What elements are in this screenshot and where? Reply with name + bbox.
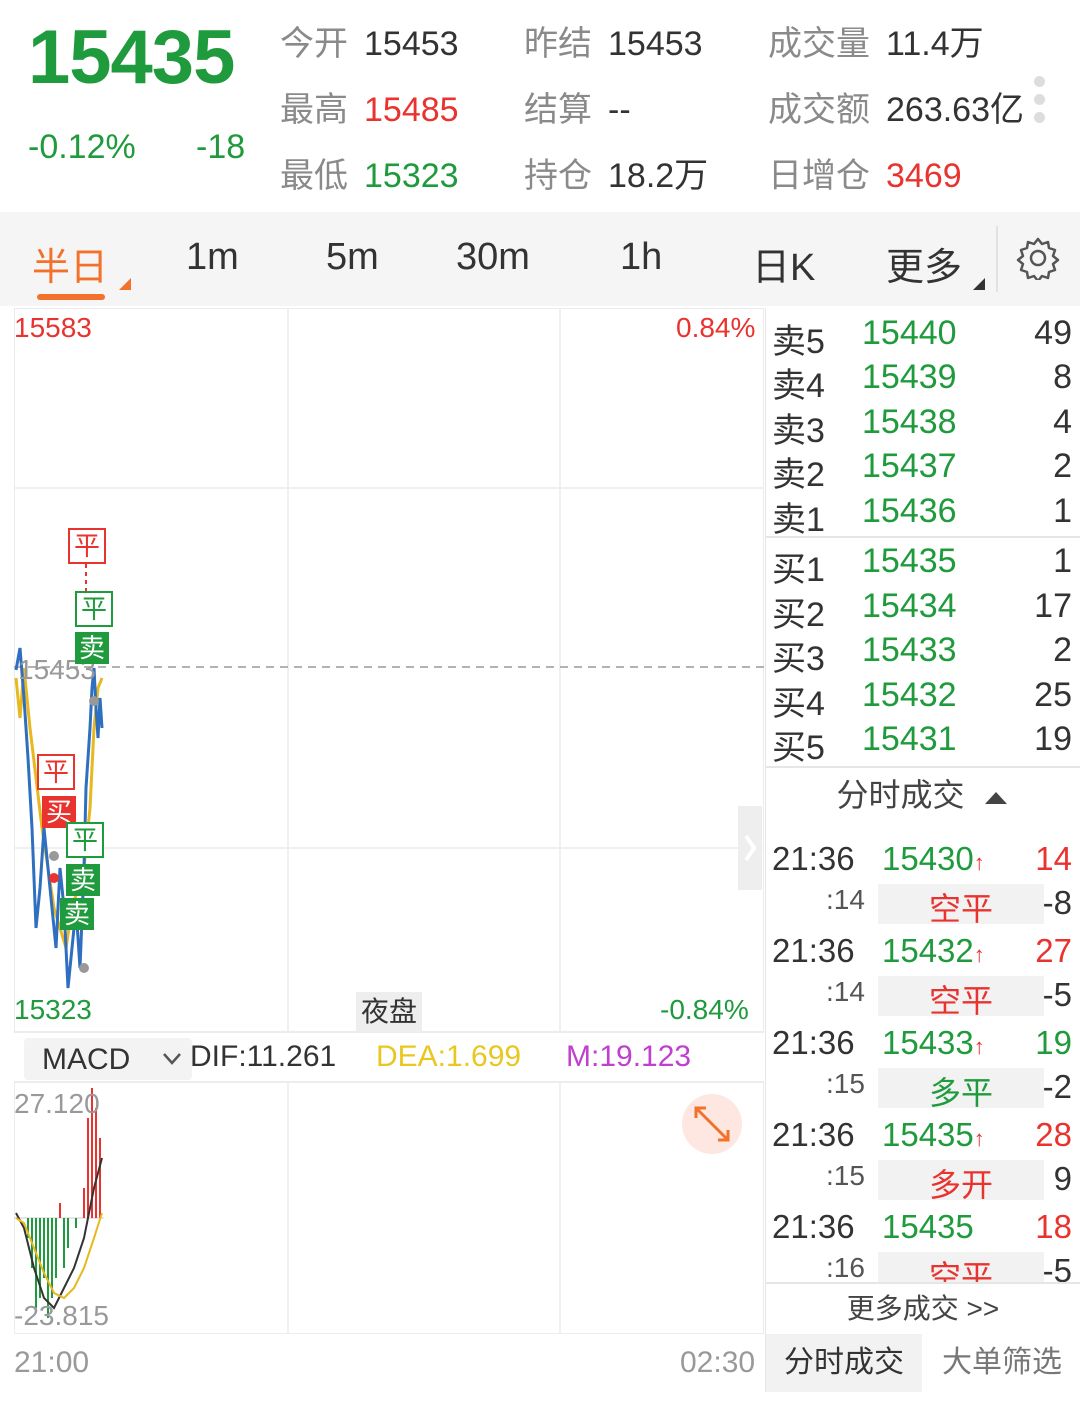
stat-oi-change: 日增仓 3469 [768, 157, 962, 195]
change-percent: -0.12% [28, 128, 136, 166]
chevron-down-icon [163, 1053, 181, 1065]
active-tab-indicator [37, 294, 105, 300]
trade-detail-row: :15 多开 9 [826, 1160, 1072, 1203]
ask-row: 卖1 15436 1 [772, 492, 1072, 539]
night-session-badge: 夜盘 [356, 992, 422, 1032]
tab-time-sales[interactable]: 分时成交 [766, 1334, 922, 1392]
tab-divider [996, 226, 998, 292]
settings-gear-icon[interactable] [1016, 236, 1060, 280]
stat-turnover: 成交额 263.63亿 [768, 91, 1024, 129]
ask-row: 卖4 15439 8 [772, 358, 1072, 405]
trade-row: 21:36 15435↑ 28 [772, 1116, 1072, 1153]
mark-close[interactable]: 平 [68, 528, 106, 564]
chart-low-price: 15323 [14, 994, 92, 1025]
tab-large-orders[interactable]: 大单筛选 [924, 1334, 1080, 1392]
mark-sell[interactable]: 卖 [60, 898, 94, 930]
mark-sell[interactable]: 卖 [66, 864, 100, 896]
up-arrow-icon: ↑ [973, 850, 985, 875]
side-panel-toggle[interactable] [738, 806, 762, 890]
up-arrow-icon: ↑ [973, 1034, 985, 1059]
mark-close[interactable]: 平 [75, 591, 113, 627]
chart-high-percent: 0.84% [676, 312, 756, 343]
trade-detail-row: :15 多平 -2 [826, 1068, 1072, 1111]
macd-m: M:19.123 [566, 1040, 692, 1073]
stat-open-interest: 持仓 18.2万 [524, 157, 709, 195]
time-end: 02:30 [680, 1346, 756, 1379]
more-stats-handle[interactable] [1034, 76, 1048, 130]
trade-row: 21:36 15433↑ 19 [772, 1024, 1072, 1061]
stat-settle: 结算 -- [524, 91, 631, 129]
change-amount: -18 [196, 128, 246, 166]
time-start: 21:00 [14, 1346, 90, 1379]
chart-high-price: 15583 [14, 312, 92, 343]
bid-row: 买4 15432 25 [772, 676, 1072, 723]
tab-half-day[interactable]: 半日 [32, 236, 108, 291]
trade-row: 21:36 15430↑ 14 [772, 840, 1072, 877]
book-divider [766, 536, 1080, 538]
mark-sell[interactable]: 卖 [75, 632, 109, 664]
stat-prev-settle: 昨结 15453 [524, 25, 703, 63]
book-divider [766, 766, 1080, 768]
stat-low: 最低 15323 [280, 157, 459, 195]
up-arrow-icon: ↑ [973, 942, 985, 967]
chart-low-percent: -0.84% [660, 994, 749, 1025]
tab-5m[interactable]: 5m [326, 236, 379, 279]
trade-row: 21:36 15432↑ 27 [772, 932, 1072, 969]
ask-row: 卖5 15440 49 [772, 314, 1072, 361]
fullscreen-button[interactable] [682, 1094, 742, 1154]
intraday-chart[interactable] [14, 308, 764, 1334]
more-dropdown-icon [973, 278, 985, 290]
mark-close[interactable]: 平 [66, 822, 104, 858]
tab-more[interactable]: 更多 [886, 236, 962, 291]
trades-header-toggle[interactable]: 分时成交 [766, 770, 1080, 816]
macd-low: -23.815 [14, 1300, 109, 1331]
bid-row: 买5 15431 19 [772, 720, 1072, 767]
mark-close[interactable]: 平 [37, 754, 75, 790]
macd-header: MACD DIF:11.261 DEA:1.699 M:19.123 [14, 1034, 764, 1082]
tab-30m[interactable]: 30m [456, 236, 530, 279]
stat-volume: 成交量 11.4万 [768, 25, 984, 63]
expand-arrows-icon [694, 1106, 730, 1142]
caret-up-icon [985, 792, 1008, 804]
macd-dea: DEA:1.699 [376, 1040, 522, 1073]
ask-row: 卖3 15438 4 [772, 403, 1072, 450]
macd-high: 27.120 [14, 1088, 100, 1119]
stat-high: 最高 15485 [280, 91, 459, 129]
bid-row: 买3 15433 2 [772, 631, 1072, 678]
ask-row: 卖2 15437 2 [772, 447, 1072, 494]
tab-1m[interactable]: 1m [186, 236, 239, 279]
bid-row: 买2 15434 17 [772, 587, 1072, 634]
last-price: 15435 [28, 15, 235, 100]
period-tabs: 半日 1m 5m 30m 1h 日K 更多 [0, 212, 1080, 306]
trade-detail-row: :14 空平 -5 [826, 976, 1072, 1019]
indicator-name: MACD [42, 1043, 131, 1076]
trades-bottom-tabs: 分时成交 大单筛选 [766, 1334, 1080, 1392]
up-arrow-icon: ↑ [973, 1126, 985, 1151]
bid-row: 买1 15435 1 [772, 542, 1072, 589]
more-trades-link[interactable]: 更多成交 >> [766, 1282, 1080, 1334]
trade-detail-row: :14 空平 -8 [826, 884, 1072, 927]
trades-header-label: 分时成交 [836, 777, 965, 813]
macd-dif: DIF:11.261 [190, 1040, 337, 1073]
tab-daily-k[interactable]: 日K [752, 236, 815, 291]
stat-open: 今开 15453 [280, 25, 459, 63]
tab-1h[interactable]: 1h [620, 236, 662, 279]
quote-header: 15435 -0.12% -18 今开 15453 昨结 15453 成交量 11.4… [0, 0, 1080, 210]
indicator-select[interactable]: MACD [24, 1038, 192, 1080]
trade-detail-row: :16 空平 -5 [766, 1252, 1080, 1282]
trade-row: 21:36 15435 18 [772, 1208, 1072, 1245]
chevron-right-icon [744, 834, 757, 862]
tab-dropdown-icon [119, 278, 131, 290]
